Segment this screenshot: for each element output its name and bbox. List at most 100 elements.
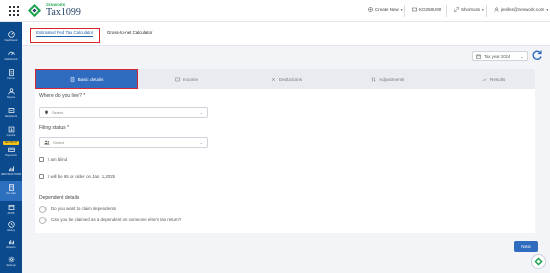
sidebar-item-label: AFRS [7, 212, 15, 215]
user-email: jenifer@zenwork.com [501, 7, 545, 12]
tab-label: Income [183, 76, 199, 82]
state-placeholder: Select [52, 110, 64, 115]
app-grid-icon[interactable] [9, 6, 19, 16]
shortcuts-button[interactable]: Shortcuts ▾ [454, 7, 484, 12]
deductions-icon [271, 77, 276, 81]
reports-icon [8, 240, 14, 245]
sidebar-item-label: Imports [6, 134, 16, 137]
sidebar-item-label: Recipients [4, 115, 18, 118]
sidebar-item-history[interactable]: History [0, 221, 22, 237]
sidebar: Dashboard Dashboard Forms Payers Recipie… [0, 22, 22, 273]
sidebar-item-imports[interactable]: Imports [0, 126, 22, 142]
tax-year-select[interactable]: Tax year 2024 ⌄ [472, 51, 528, 61]
tab-label: Results [490, 76, 506, 82]
filing-status-placeholder: Select [53, 140, 65, 145]
highlight-box [30, 28, 100, 43]
sidebar-item-zentrustorm[interactable]: ZENTRUSTORM [0, 165, 22, 181]
payers-icon [7, 88, 15, 95]
bar-chart-icon [8, 166, 14, 172]
next-button[interactable]: Next [514, 241, 538, 252]
calculator-tabs: Estimated Fed Tax Calculator Gross-to-ne… [22, 22, 550, 46]
tab-label: Basic details [77, 76, 104, 82]
chevron-down-icon: ▾ [400, 7, 403, 12]
dependent-details-header: Dependent details [39, 195, 80, 201]
tab-income[interactable]: Income [175, 69, 198, 89]
tab-adjustments[interactable]: Adjustments [371, 69, 404, 89]
chevron-down-icon: ⌄ [520, 53, 524, 59]
results-icon [482, 77, 487, 81]
chevron-down-icon: ⌄ [199, 140, 203, 145]
sidebar-item-label: ZENTRUSTORM [1, 173, 21, 176]
payments-icon [7, 147, 15, 152]
imports-icon [8, 126, 14, 133]
filing-status-select[interactable]: Select ⌄ [39, 137, 208, 148]
age-65-label: I will be 65 or older on Jan. 1,2025 [48, 174, 116, 179]
people-icon [44, 140, 50, 145]
location-icon [45, 110, 48, 115]
claim-dependents-toggle[interactable]: Do you want to claim dependents [39, 206, 116, 213]
zentrust-badge: ZENTRUST [3, 141, 19, 145]
sidebar-item-forms[interactable]: Forms [0, 69, 22, 85]
sidebar-item-label: History [6, 229, 16, 232]
adjustments-icon [371, 77, 376, 81]
chevron-down-icon: ▾ [482, 7, 484, 12]
blind-checkbox[interactable]: I am blind [39, 157, 67, 162]
plus-circle-icon [368, 7, 373, 12]
toggle-switch[interactable] [39, 206, 47, 213]
divider [404, 5, 405, 17]
account-id: KO258U90 [412, 7, 441, 12]
account-id-label: KO258U90 [419, 7, 442, 12]
tab-label: Deductions [279, 76, 302, 82]
sidebar-item-payers[interactable]: Payers [0, 88, 22, 104]
sidebar-item-dashboard[interactable]: Dashboard [0, 31, 22, 47]
tab-basic-details[interactable]: Basic details [35, 69, 138, 89]
basic-details-form: Where do you live? * Select ⌄ Filing sta… [35, 89, 535, 233]
settings-icon [8, 256, 14, 263]
create-new-label: Create New [375, 7, 399, 12]
recipients-icon [8, 108, 14, 113]
sidebar-item-tax-calc[interactable]: Tax Calc [0, 181, 22, 201]
blind-label: I am blind [48, 157, 68, 162]
calculator-icon [8, 184, 14, 191]
sidebar-item-label: Tax Calc [6, 192, 16, 195]
toggle-switch[interactable] [39, 217, 47, 224]
checkbox-box[interactable] [39, 157, 44, 162]
brand-name: Tax1099 [46, 7, 81, 18]
claimed-as-dependent-toggle[interactable]: Can you be claimed as a dependent on som… [39, 217, 181, 224]
afrs-icon [8, 205, 14, 210]
gauge-icon [7, 51, 15, 56]
top-bar: ZENWORK Tax1099 Create New ▾ KO258U90 Sh… [0, 0, 550, 22]
sidebar-item-dashboard-2[interactable]: Dashboard [0, 50, 22, 66]
sidebar-item-reports[interactable]: Reports [0, 238, 22, 254]
shortcuts-label: Shortcuts [461, 7, 481, 12]
claim-dependents-label: Do you want to claim dependents [51, 206, 116, 211]
tab-deductions[interactable]: Deductions [271, 69, 302, 89]
user-menu[interactable]: jenifer@zenwork.com ▾ [494, 7, 548, 12]
create-new-button[interactable]: Create New ▾ [368, 7, 403, 12]
tab-gross-to-net[interactable]: Gross-to-net Calculator [107, 30, 152, 35]
state-select[interactable]: Select ⌄ [39, 107, 208, 118]
live-label: Where do you live? * [39, 93, 86, 99]
checkbox-box[interactable] [39, 174, 44, 179]
chevron-down-icon: ▾ [546, 7, 549, 12]
sidebar-item-payments[interactable]: Payments [0, 146, 22, 162]
chevron-down-icon: ⌄ [199, 110, 203, 115]
chat-widget[interactable] [531, 254, 546, 269]
age-65-checkbox[interactable]: I will be 65 or older on Jan. 1,2025 [39, 174, 115, 179]
forms-icon [8, 69, 14, 76]
sidebar-item-recipients[interactable]: Recipients [0, 107, 22, 123]
user-icon [494, 7, 499, 12]
tab-results[interactable]: Results [482, 69, 505, 89]
filing-status-label: Filing status * [39, 125, 70, 131]
divider [446, 5, 447, 17]
dashboard-icon [7, 31, 15, 38]
tab-label: Adjustments [379, 76, 405, 82]
sidebar-item-label: Payments [5, 154, 17, 157]
step-tabs: Basic details Income Deductions Adjustme… [35, 69, 535, 89]
refresh-icon[interactable] [531, 49, 543, 61]
sidebar-item-label: Dashboard [4, 58, 18, 61]
divider [486, 5, 487, 17]
income-icon [175, 77, 180, 81]
sidebar-item-afrs[interactable]: AFRS [0, 204, 22, 220]
sidebar-item-settings[interactable]: Settings [0, 256, 22, 272]
